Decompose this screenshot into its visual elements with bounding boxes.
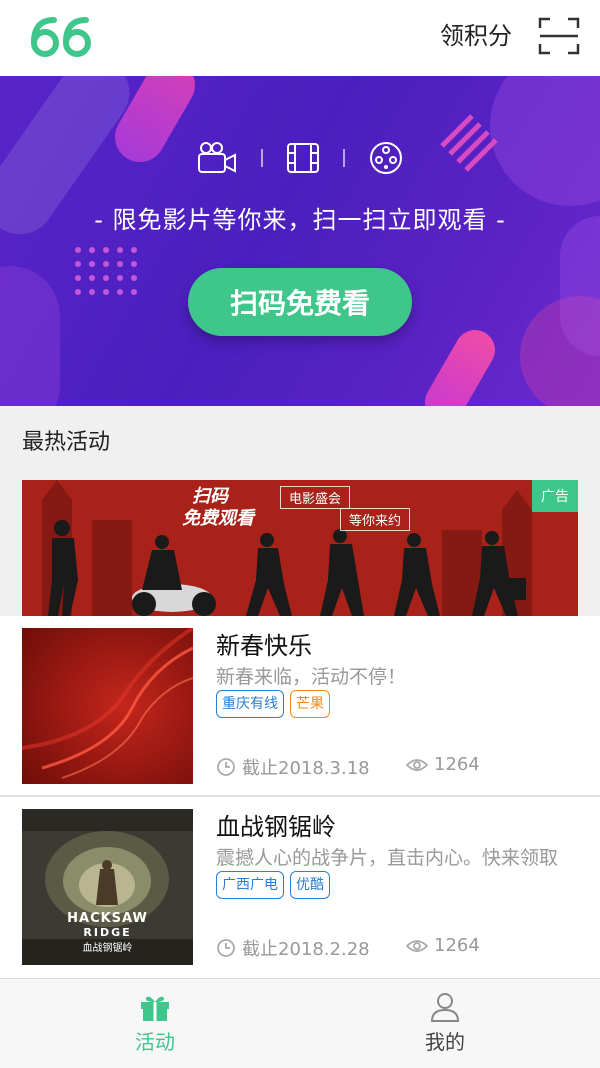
activity-title: 血战钢锯岭 (216, 813, 336, 841)
activity-tags: 广西广电 优酷 (216, 871, 330, 899)
section-title: 最热活动 (22, 430, 111, 455)
provider-tag: 广西广电 (216, 871, 284, 899)
deadline-text: 截止2018.2.28 (242, 939, 370, 960)
scan-icon[interactable] (538, 16, 580, 56)
ad-title: 扫码 免费观看 (182, 486, 254, 530)
banner-decoration (417, 322, 503, 406)
video-camera-icon (198, 142, 236, 173)
deadline-text: 截止2018.3.18 (242, 758, 370, 779)
gift-icon (141, 996, 169, 1021)
view-count: 1264 (434, 935, 480, 956)
eye-icon (406, 939, 428, 952)
tab-label: 活动 (135, 1030, 175, 1054)
tab-mine[interactable]: 我的 (295, 979, 595, 1068)
banner-decoration (560, 216, 600, 356)
scan-free-watch-button[interactable]: 扫码免费看 (188, 268, 412, 336)
poster-title-line2: RIDGE (83, 926, 132, 939)
activity-title: 新春快乐 (216, 632, 312, 660)
activity-description: 震撼人心的战争片，直击内心。快来领取 (216, 847, 559, 869)
icon-separator (343, 149, 345, 167)
ad-badge: 广告 (532, 480, 578, 512)
ad-banner[interactable]: 扫码 免费观看 电影盛会 等你来约 广告 (22, 480, 578, 616)
deadline-meta: 截止2018.3.18 (216, 754, 370, 780)
ad-tag: 等你来约 (340, 508, 411, 531)
clock-icon (217, 939, 235, 957)
banner-decoration (0, 266, 60, 406)
film-strip-icon (287, 143, 319, 173)
activity-tags: 重庆有线 芒果 (216, 690, 330, 718)
provider-tag: 优酷 (290, 871, 330, 899)
hot-activities-section: 最热活动 扫码 免费观看 电影盛会 等你来约 广告 (0, 406, 600, 616)
app-header: 领积分 (0, 0, 600, 76)
deadline-meta: 截止2018.2.28 (216, 935, 370, 961)
provider-tag: 芒果 (290, 690, 330, 718)
ad-title-line1: 扫码 (192, 486, 228, 507)
provider-tag: 重庆有线 (216, 690, 284, 718)
poster-title-line1: HACKSAW (67, 911, 148, 926)
bottom-tab-bar: 活动 我的 (0, 978, 600, 1068)
film-reel-icon (370, 142, 402, 174)
eye-icon (406, 758, 428, 771)
list-item[interactable]: 新春快乐 新春来临，活动不停！ 重庆有线 芒果 截止2018.3.18 1264 (0, 616, 600, 796)
poster-title: HACKSAW RIDGE 血战钢锯岭 (22, 911, 193, 954)
promo-banner: - 限免影片等你来，扫一扫立即观看 - 扫码免费看 (0, 76, 600, 406)
activity-thumbnail (22, 628, 193, 784)
icon-separator (261, 149, 263, 167)
banner-dots-decoration (75, 247, 137, 295)
ad-tag: 电影盛会 (280, 486, 351, 509)
views-meta: 1264 (406, 754, 480, 775)
view-count: 1264 (434, 754, 480, 775)
ad-title-line2: 免费观看 (182, 508, 254, 529)
activity-description: 新春来临，活动不停！ (216, 666, 407, 688)
banner-icons (0, 136, 600, 180)
list-item[interactable]: HACKSAW RIDGE 血战钢锯岭 血战钢锯岭 震撼人心的战争片，直击内心。… (0, 797, 600, 977)
views-meta: 1264 (406, 935, 480, 956)
banner-tagline: - 限免影片等你来，扫一扫立即观看 - (94, 206, 506, 234)
earn-points-link[interactable]: 领积分 (440, 18, 512, 54)
user-icon (430, 993, 460, 1022)
clock-icon (217, 758, 235, 776)
tab-activities[interactable]: 活动 (5, 979, 305, 1068)
poster-title-line3: 血战钢锯岭 (82, 943, 133, 954)
app-logo-icon (31, 17, 91, 57)
tab-label: 我的 (425, 1030, 465, 1054)
